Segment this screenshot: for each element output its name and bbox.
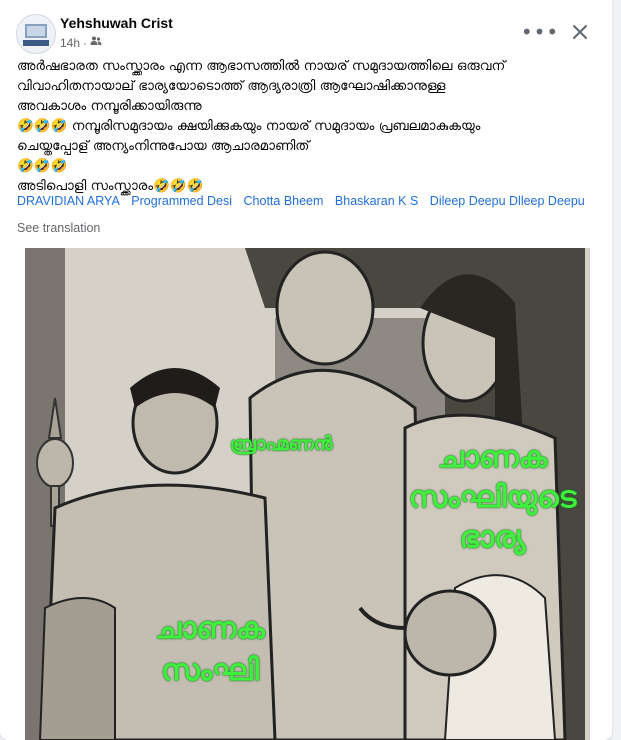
separator-dot: · <box>83 35 88 50</box>
more-horizontal-icon[interactable]: ••• <box>521 16 558 48</box>
post-text-line: 🤣🤣🤣 നമ്പൂരിസമുദായം ക്ഷയിക്കുകയും നായര് സ… <box>17 118 481 134</box>
overlay-text: സംഘിയുടെ <box>408 480 577 515</box>
tag-link[interactable]: Chotta Bheem <box>244 194 324 208</box>
post-text-line: അവകാശം നമ്പൂരിക്കായിരുന്നു <box>17 98 202 114</box>
post-text-line: 🤣🤣🤣 <box>17 158 68 174</box>
tag-link[interactable]: DRAVIDIAN ARYA <box>17 194 120 208</box>
post-text-line: ചെയ്തപ്പോള് അന്യംനിന്നുപോയ ആചാരമാണിത് <box>17 138 310 154</box>
tag-link[interactable]: Programmed Desi <box>131 194 232 208</box>
overlay-label-brahmin: ബ്രാഹ്മണൻ <box>230 433 333 455</box>
overlay-text: ചാണക <box>155 611 265 646</box>
tag-link[interactable]: Bhaskaran K S <box>335 194 418 208</box>
post-text-line: വിവാഹിതനായാല് ഭാര്യയോടൊത്ത് ആദ്യരാത്രി ആ… <box>17 78 446 94</box>
see-translation-link[interactable]: See translation <box>17 221 100 235</box>
tagged-people: DRAVIDIAN ARYA Programmed Desi Chotta Bh… <box>17 194 607 208</box>
post-text: അർഷഭാരത സംസ്ക്കാരം എന്ന ആഭാസത്തിൽ നായര് … <box>17 56 603 196</box>
friends-icon[interactable] <box>90 35 102 50</box>
post-image[interactable]: ബ്രാഹ്മണൻ ചാണക സംഘിയുടെ ഭാര്യ ചാണക സംഘി <box>25 248 590 740</box>
author-name[interactable]: Yehshuwah Crist <box>60 15 173 31</box>
overlay-label-wife: ചാണക സംഘിയുടെ ഭാര്യ <box>385 438 590 558</box>
post-text-line: അർഷഭാരത സംസ്ക്കാരം എന്ന ആഭാസത്തിൽ നായര് … <box>17 58 506 74</box>
author-avatar[interactable] <box>16 14 56 54</box>
overlay-label-sanghi: ചാണക സംഘി <box>140 608 280 692</box>
overlay-text: ചാണക <box>437 440 548 475</box>
post-header: Yehshuwah Crist 14h · ••• <box>16 14 596 54</box>
tag-link[interactable]: Dileep Deepu Dlleep Deepu <box>430 194 585 208</box>
post-card: Yehshuwah Crist 14h · ••• അർഷഭാരത സംസ്ക്… <box>0 0 612 740</box>
close-icon[interactable] <box>564 16 596 48</box>
overlay-text: സംഘി <box>161 653 259 688</box>
post-text-line: അടിപൊളി സംസ്ക്കാരം🤣🤣🤣 <box>17 178 204 194</box>
overlay-text: ഭാര്യ <box>459 520 526 555</box>
post-time[interactable]: 14h <box>60 36 80 50</box>
post-meta: 14h · <box>60 35 102 50</box>
